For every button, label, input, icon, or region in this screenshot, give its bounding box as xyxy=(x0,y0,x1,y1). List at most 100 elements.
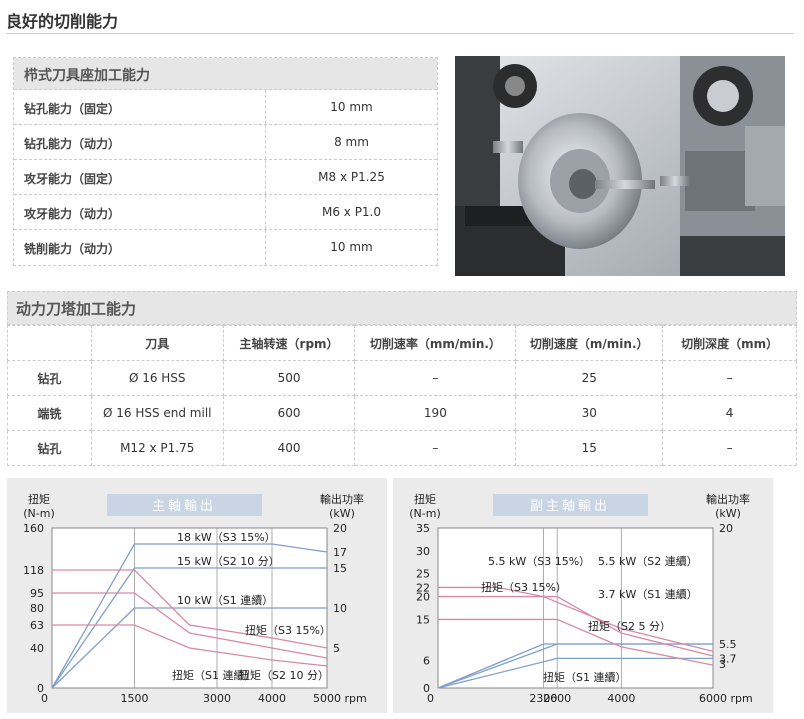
plot-area xyxy=(437,527,714,689)
table-cell: 4 xyxy=(662,395,797,431)
y2-tick-label: 15 xyxy=(333,562,347,575)
column-header: 主轴转速（rpm） xyxy=(222,325,356,361)
y-tick-label: 40 xyxy=(30,642,44,655)
x-tick-label: 4000 xyxy=(607,692,635,705)
table-row: 端铣 Ø 16 HSS end mill 600 190 30 4 xyxy=(7,395,797,431)
table-cell: 钻孔 xyxy=(7,360,92,396)
y-tick-label: 30 xyxy=(416,545,430,558)
spec-table-header: 栉式刀具座加工能力 xyxy=(14,58,437,90)
turret-header-row: 刀具 主轴转速（rpm） 切削速率（mm/min.） 切削速度（m/min.） … xyxy=(7,325,797,361)
table-cell: – xyxy=(662,430,797,466)
spec-label: 攻牙能力（固定） xyxy=(14,160,266,194)
spindle-output-chart: 主軸輸出 扭矩(N-m) 輸出功率(kW) 0 40 63 80 95 118 160 5 10 15 1… xyxy=(7,478,387,713)
table-cell: 190 xyxy=(354,395,517,431)
curve-label: 10 kW（S1 連續） xyxy=(177,593,273,607)
x-tick-label: 0 xyxy=(41,692,48,705)
table-cell: 15 xyxy=(515,430,664,466)
spec-row: 铣削能力（动力） 10 mm xyxy=(14,230,437,265)
right-axis-unit: (kW) xyxy=(329,507,355,520)
y-tick-label: 22 xyxy=(416,581,430,594)
x-tick-label: 3000 xyxy=(203,692,231,705)
curve-label: 3.7 kW（S1 連續） xyxy=(598,587,698,601)
spec-row: 攻牙能力（固定） M8 x P1.25 xyxy=(14,160,437,195)
right-axis-label: 輸出功率 xyxy=(706,492,750,506)
column-header: 切削深度（mm） xyxy=(662,325,797,361)
table-cell: M12 x P1.75 xyxy=(90,430,224,466)
curve-label: 扭矩（S3 15%） xyxy=(245,623,331,637)
curve-label: 18 kW（S3 15%） xyxy=(177,531,276,544)
y-tick-label: 63 xyxy=(30,619,44,632)
table-cell: 500 xyxy=(222,360,356,396)
title-divider xyxy=(6,33,794,34)
spec-label: 铣削能力（动力） xyxy=(14,230,266,265)
left-axis-label: 扭矩 xyxy=(28,492,50,506)
turret-table: 刀具 主轴转速（rpm） 切削速率（mm/min.） 切削速度（m/min.） … xyxy=(7,325,797,466)
table-cell: 400 xyxy=(222,430,356,466)
table-cell: 端铣 xyxy=(7,395,92,431)
left-axis-unit: (N-m) xyxy=(409,507,441,520)
spec-row: 钻孔能力（固定） 10 mm xyxy=(14,90,437,125)
spec-label: 钻孔能力（固定） xyxy=(14,90,266,124)
turret-table-header: 动力刀塔加工能力 xyxy=(7,291,797,325)
table-cell: Ø 16 HSS xyxy=(90,360,224,396)
table-cell: 30 xyxy=(515,395,664,431)
table-cell: 600 xyxy=(222,395,356,431)
sub-spindle-output-chart: 副主軸輸出扭矩(N-m)輸出功率(kW)0615202225303533.75.… xyxy=(393,478,773,713)
curve-label: 扭矩（S3 15%） xyxy=(481,580,567,594)
right-axis-label: 輸出功率 xyxy=(320,492,364,506)
y-tick-label: 15 xyxy=(416,613,430,626)
x-tick-label: 5000 rpm xyxy=(313,692,367,705)
table-cell: – xyxy=(662,360,797,396)
curve-label: 扭矩（S2 5 分） xyxy=(588,619,671,633)
spec-value: M6 x P1.0 xyxy=(321,205,382,219)
x-tick-label: 0 xyxy=(427,692,434,705)
column-header: 切削速率（mm/min.） xyxy=(354,325,517,361)
y2-tick-label: 3.7 xyxy=(719,652,737,665)
column-header: 刀具 xyxy=(90,325,224,361)
y2-tick-label: 20 xyxy=(333,522,347,535)
table-row: 钻孔 Ø 16 HSS 500 – 25 – xyxy=(7,360,797,396)
curve-label: 5.5 kW（S3 15%） xyxy=(488,555,590,568)
y-tick-label: 35 xyxy=(416,522,430,535)
spec-value: 10 mm xyxy=(330,240,373,254)
y2-tick-label: 20 xyxy=(719,522,733,535)
y2-tick-label: 10 xyxy=(333,602,347,615)
right-axis-unit: (kW) xyxy=(715,507,741,520)
table-cell: Ø 16 HSS end mill xyxy=(90,395,224,431)
y-tick-label: 6 xyxy=(423,655,430,668)
y2-tick-label: 5 xyxy=(333,642,340,655)
x-tick-label: 2600 xyxy=(543,692,571,705)
spec-row: 钻孔能力（动力） 8 mm xyxy=(14,125,437,160)
table-cell: 25 xyxy=(515,360,664,396)
chart-title: 副主軸輸出 xyxy=(530,499,610,514)
page-title: 良好的切削能力 xyxy=(6,12,119,31)
curve-label: 扭矩（S2 10 分） xyxy=(239,668,329,682)
spec-value: 10 mm xyxy=(330,100,373,114)
x-tick-label: 6000 rpm xyxy=(699,692,753,705)
y-tick-label: 160 xyxy=(23,522,44,535)
y-tick-label: 80 xyxy=(30,602,44,615)
chart-title: 主軸輸出 xyxy=(152,499,216,514)
spec-value: 8 mm xyxy=(334,135,369,149)
curve-label: 15 kW（S2 10 分） xyxy=(177,555,280,568)
left-axis-label: 扭矩 xyxy=(414,492,436,506)
curve-label: 扭矩（S1 連續） xyxy=(543,670,626,684)
spec-label: 攻牙能力（动力） xyxy=(14,195,266,229)
left-axis-unit: (N-m) xyxy=(23,507,55,520)
y-tick-label: 118 xyxy=(23,564,44,577)
spec-label: 钻孔能力（动力） xyxy=(14,125,266,159)
y2-tick-label: 17 xyxy=(333,546,347,559)
curve-label: 5.5 kW（S2 連續） xyxy=(598,554,698,568)
table-cell: 钻孔 xyxy=(7,430,92,466)
x-tick-label: 4000 xyxy=(258,692,286,705)
table-row: 钻孔 M12 x P1.75 400 – 15 – xyxy=(7,430,797,466)
column-header xyxy=(7,325,92,361)
y-tick-label: 95 xyxy=(30,587,44,600)
table-cell: – xyxy=(354,360,517,396)
y2-tick-label: 5.5 xyxy=(719,638,737,651)
y-tick-label: 25 xyxy=(416,568,430,581)
table-cell: – xyxy=(354,430,517,466)
spec-row: 攻牙能力（动力） M6 x P1.0 xyxy=(14,195,437,230)
spec-value: M8 x P1.25 xyxy=(318,170,385,184)
column-header: 切削速度（m/min.） xyxy=(515,325,664,361)
